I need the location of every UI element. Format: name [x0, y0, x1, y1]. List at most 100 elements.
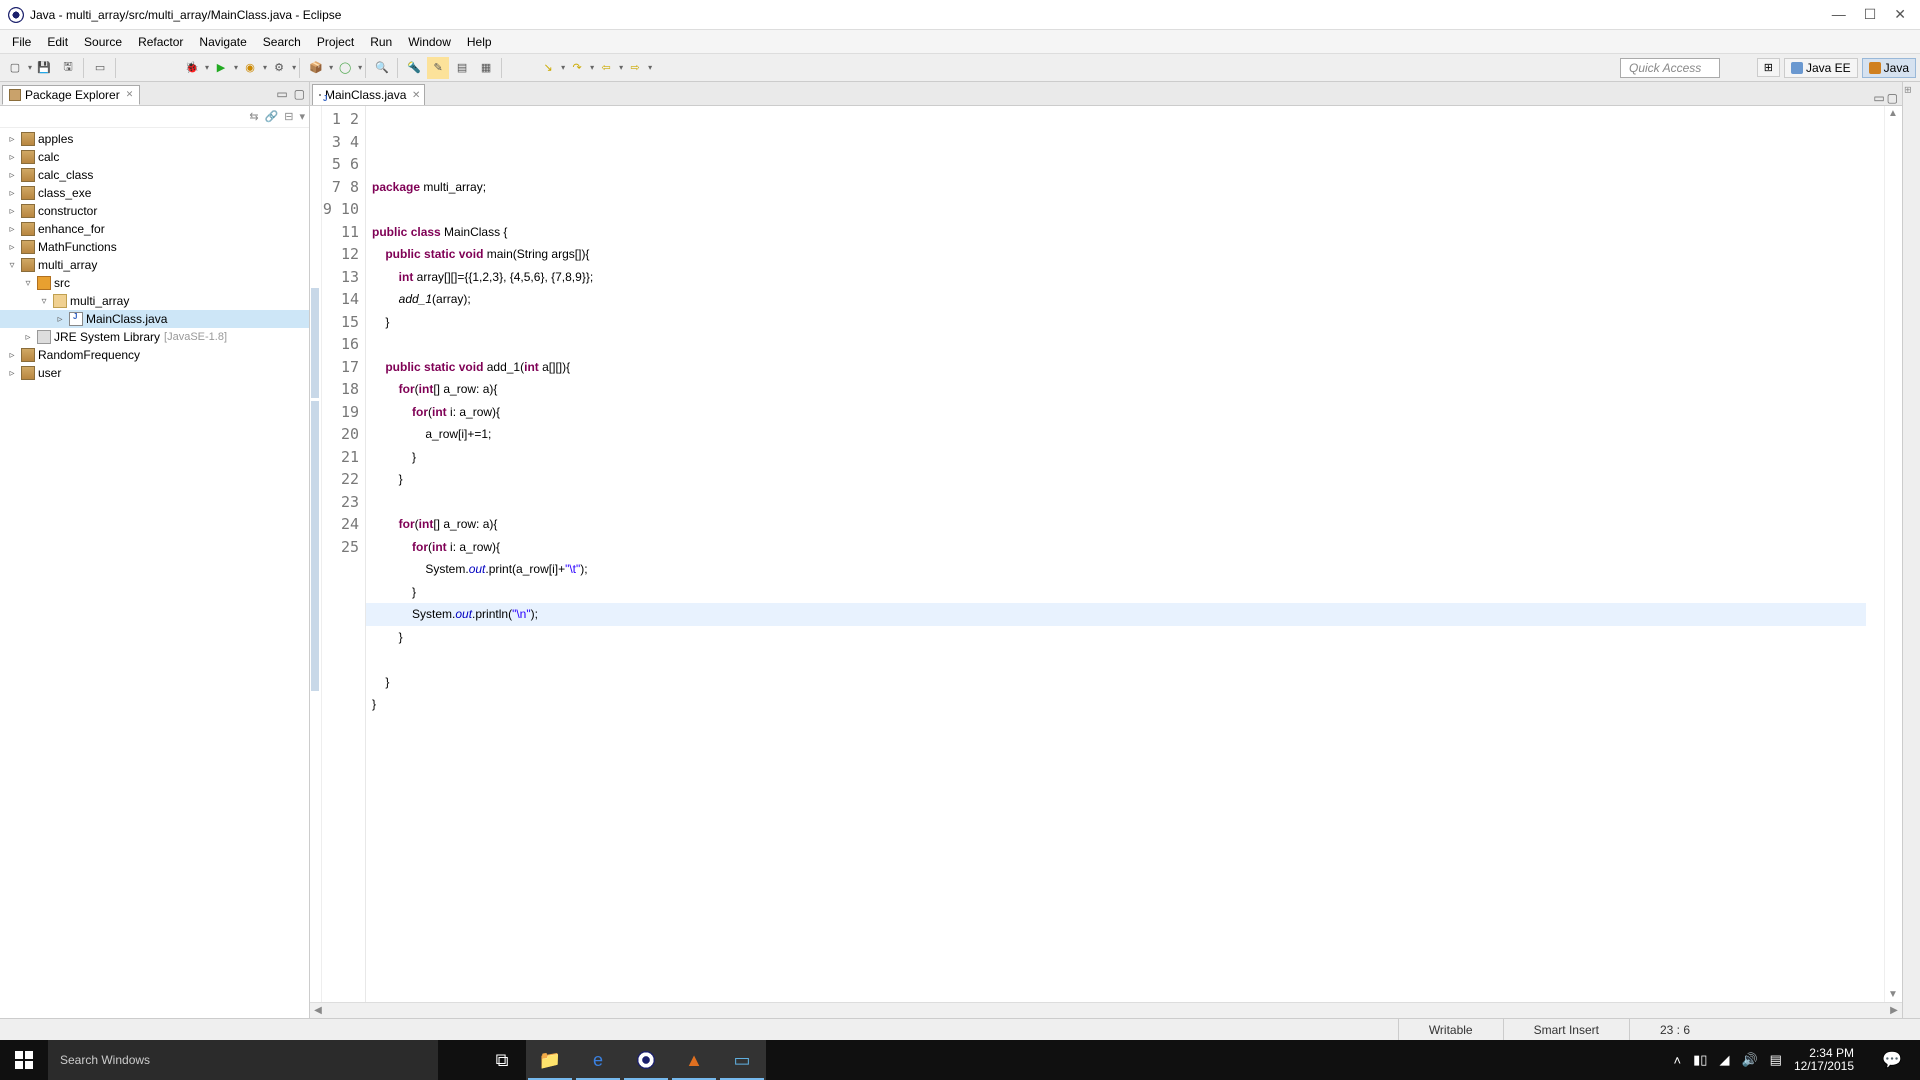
- maximize-view-button[interactable]: ▢: [292, 87, 307, 101]
- tree-item[interactable]: ▿multi_array: [0, 256, 309, 274]
- package-explorer-icon: [9, 89, 21, 101]
- perspective-javaee[interactable]: Java EE: [1784, 58, 1858, 78]
- action-center-button[interactable]: 💬: [1872, 1040, 1912, 1080]
- quick-access-input[interactable]: Quick Access: [1620, 58, 1720, 78]
- horizontal-scrollbar[interactable]: ◀▶: [310, 1002, 1902, 1018]
- back-button[interactable]: ⇦: [595, 57, 617, 79]
- menu-source[interactable]: Source: [76, 32, 130, 52]
- project-tree[interactable]: ▹apples▹calc▹calc_class▹class_exe▹constr…: [0, 128, 309, 1018]
- search-placeholder: Search Windows: [60, 1053, 150, 1067]
- start-button[interactable]: [0, 1040, 48, 1080]
- system-tray: ˄ ▮▯ ◢ 🔊 ▤ 2:34 PM 12/17/2015 💬: [1674, 1040, 1920, 1080]
- close-tab-button[interactable]: ✕: [412, 90, 420, 101]
- tree-item[interactable]: ▿multi_array: [0, 292, 309, 310]
- window-controls: — ☐ ✕: [1832, 6, 1912, 23]
- menu-edit[interactable]: Edit: [39, 32, 76, 52]
- maximize-button[interactable]: ☐: [1864, 6, 1877, 23]
- volume-icon[interactable]: 🔊: [1741, 1052, 1757, 1068]
- menu-run[interactable]: Run: [362, 32, 400, 52]
- main-toolbar: ▢▾ 💾 🖫 ▭ 🐞▾ ▶▾ ◉▾ ⚙▾ 📦▾ ◯▾ 🔍 🔦 ✎ ▤ ▦ ↘▾ …: [0, 54, 1920, 82]
- run-button[interactable]: ▶: [210, 57, 232, 79]
- step-over-button[interactable]: ↷: [566, 57, 588, 79]
- step-into-button[interactable]: ↘: [537, 57, 559, 79]
- battery-icon[interactable]: ▮▯: [1693, 1052, 1707, 1068]
- tree-item[interactable]: ▹calc_class: [0, 166, 309, 184]
- tree-item[interactable]: ▹class_exe: [0, 184, 309, 202]
- clock[interactable]: 2:34 PM 12/17/2015: [1794, 1047, 1860, 1073]
- new-class-button[interactable]: ◯: [334, 57, 356, 79]
- close-button[interactable]: ✕: [1894, 6, 1906, 23]
- new-dropdown[interactable]: ▾: [27, 63, 32, 72]
- search-button[interactable]: 🔦: [403, 57, 425, 79]
- new-button[interactable]: ▢: [4, 57, 26, 79]
- tray-expand-icon[interactable]: ˄: [1674, 1053, 1682, 1068]
- tree-item[interactable]: ▹enhance_for: [0, 220, 309, 238]
- tree-item[interactable]: ▹JRE System Library[JavaSE-1.8]: [0, 328, 309, 346]
- perspective-java[interactable]: Java: [1862, 58, 1916, 78]
- tree-item[interactable]: ▹MathFunctions: [0, 238, 309, 256]
- tree-item[interactable]: ▹RandomFrequency: [0, 346, 309, 364]
- menu-window[interactable]: Window: [400, 32, 459, 52]
- java-file-icon: [319, 94, 321, 96]
- minimize-view-button[interactable]: ▭: [274, 87, 289, 101]
- editor-area: MainClass.java ✕ ▭ ▢ 1 2 3 4 5 6 7 8 9 1…: [310, 82, 1902, 1018]
- editor-tab-mainclass[interactable]: MainClass.java ✕: [312, 84, 425, 105]
- eclipse-taskbar-button[interactable]: [622, 1040, 670, 1080]
- windows-logo-icon: [15, 1051, 33, 1069]
- task-view-button[interactable]: ⧉: [478, 1040, 526, 1080]
- tree-item[interactable]: ▹MainClass.java: [0, 310, 309, 328]
- input-icon[interactable]: ▤: [1770, 1052, 1782, 1068]
- editor-maximize-button[interactable]: ▢: [1887, 91, 1898, 105]
- perspective-switcher: ⊞ Java EE Java: [1757, 58, 1916, 78]
- coverage-button[interactable]: ◉: [239, 57, 261, 79]
- toggle-mark-button[interactable]: ✎: [427, 57, 449, 79]
- open-perspective-button[interactable]: ⊞: [1757, 58, 1780, 77]
- menu-file[interactable]: File: [4, 32, 39, 52]
- collapse-all-button[interactable]: ⇆: [249, 110, 258, 123]
- editor-minimize-button[interactable]: ▭: [1873, 91, 1884, 105]
- outline-icon[interactable]: ⊞: [1903, 82, 1913, 94]
- file-explorer-button[interactable]: 📁: [526, 1040, 574, 1080]
- annotations-button[interactable]: ▤: [451, 57, 473, 79]
- tree-item[interactable]: ▿src: [0, 274, 309, 292]
- focus-button[interactable]: ⊟: [284, 110, 293, 123]
- code-editor[interactable]: 1 2 3 4 5 6 7 8 9 10 11 12 13 14 15 16 1…: [310, 106, 1902, 1002]
- editor-tabs: MainClass.java ✕ ▭ ▢: [310, 82, 1902, 106]
- tasks-button[interactable]: ▦: [475, 57, 497, 79]
- external-tools-button[interactable]: ⚙: [268, 57, 290, 79]
- view-menu-button[interactable]: ▾: [299, 110, 305, 123]
- menu-help[interactable]: Help: [459, 32, 500, 52]
- folding-ruler[interactable]: [310, 106, 322, 1002]
- save-button[interactable]: 💾: [33, 57, 55, 79]
- tree-item[interactable]: ▹apples: [0, 130, 309, 148]
- menu-refactor[interactable]: Refactor: [130, 32, 191, 52]
- link-editor-button[interactable]: 🔗: [265, 110, 279, 123]
- app-button[interactable]: ▭: [718, 1040, 766, 1080]
- wifi-icon[interactable]: ◢: [1719, 1052, 1729, 1068]
- tree-item[interactable]: ▹calc: [0, 148, 309, 166]
- forward-button[interactable]: ⇨: [624, 57, 646, 79]
- taskbar-apps: ⧉ 📁 e ▲ ▭: [478, 1040, 766, 1080]
- menu-navigate[interactable]: Navigate: [191, 32, 254, 52]
- overview-ruler[interactable]: ▲ ▼: [1884, 106, 1902, 1002]
- debug-button[interactable]: 🐞: [181, 57, 203, 79]
- tree-item[interactable]: ▹constructor: [0, 202, 309, 220]
- new-package-button[interactable]: 📦: [305, 57, 327, 79]
- clock-date: 12/17/2015: [1794, 1060, 1854, 1073]
- eclipse-icon: [8, 7, 24, 23]
- minimize-button[interactable]: —: [1832, 6, 1846, 23]
- tree-item[interactable]: ▹user: [0, 364, 309, 382]
- menu-project[interactable]: Project: [309, 32, 362, 52]
- code-content[interactable]: package multi_array; public class MainCl…: [366, 106, 1884, 1002]
- package-explorer-tab[interactable]: Package Explorer ✕: [2, 85, 140, 105]
- status-cursor-position: 23 : 6: [1629, 1019, 1720, 1040]
- menu-search[interactable]: Search: [255, 32, 309, 52]
- window-title: Java - multi_array/src/multi_array/MainC…: [30, 8, 1832, 22]
- vlc-button[interactable]: ▲: [670, 1040, 718, 1080]
- toggle-breadcrumb-button[interactable]: ▭: [89, 57, 111, 79]
- package-explorer-view: Package Explorer ✕ ▭ ▢ ⇆ 🔗 ⊟ ▾ ▹apples▹c…: [0, 82, 310, 1018]
- taskbar-search[interactable]: Search Windows: [48, 1040, 438, 1080]
- open-type-button[interactable]: 🔍: [371, 57, 393, 79]
- save-all-button[interactable]: 🖫: [57, 57, 79, 79]
- edge-button[interactable]: e: [574, 1040, 622, 1080]
